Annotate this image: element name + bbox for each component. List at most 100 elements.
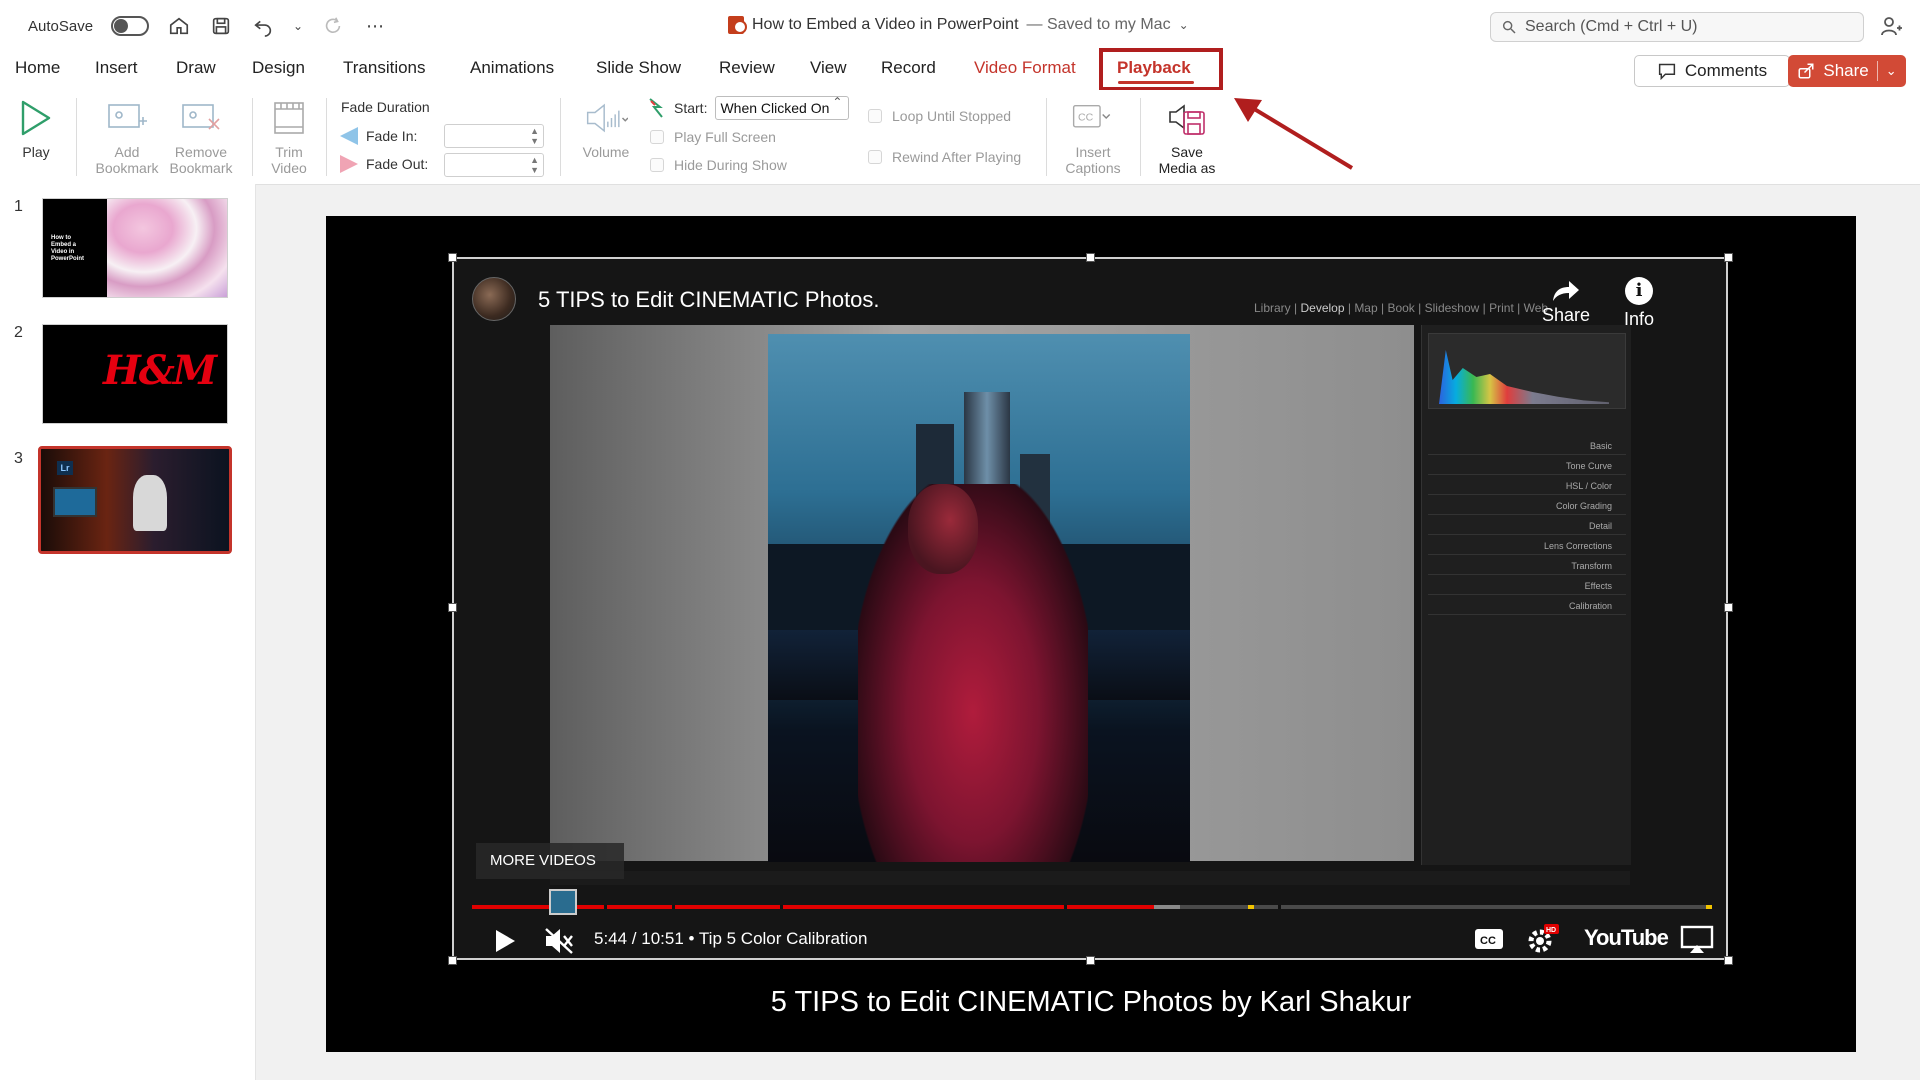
resize-handle[interactable] — [1086, 956, 1095, 965]
slide-thumbnail-1[interactable]: How to Embed a Video in PowerPoint — [42, 198, 228, 298]
search-placeholder: Search (Cmd + Ctrl + U) — [1525, 18, 1698, 35]
play-full-screen-checkbox[interactable] — [650, 130, 664, 144]
undo-dropdown-chevron-icon[interactable]: ⌄ — [293, 14, 303, 38]
play-button[interactable]: Play — [16, 96, 56, 160]
embedded-video-player[interactable]: Library | Develop | Map | Book | Slidesh… — [452, 257, 1728, 960]
tab-animations[interactable]: Animations — [470, 58, 554, 78]
chapter-gap — [1064, 905, 1067, 909]
rewind-after-playing-option[interactable]: Rewind After Playing — [868, 149, 1021, 165]
play-icon[interactable] — [494, 929, 516, 953]
settings-gear-icon[interactable]: HD — [1526, 923, 1560, 955]
slide-thumbnail-3[interactable]: Lr — [38, 446, 232, 554]
person-silhouette — [133, 475, 167, 531]
add-bookmark-label-1: Add — [114, 144, 140, 160]
tab-view[interactable]: View — [810, 58, 847, 78]
tab-home[interactable]: Home — [15, 58, 60, 78]
chapter-title[interactable]: • Tip 5 Color Calibration — [689, 929, 868, 948]
quick-access-toolbar: AutoSave ⌄ ⋯ — [28, 14, 387, 38]
tab-insert[interactable]: Insert — [95, 58, 138, 78]
lr-panel-color-grading: Color Grading — [1428, 497, 1626, 515]
resize-handle[interactable] — [448, 956, 457, 965]
airplay-icon[interactable] — [1680, 925, 1714, 955]
tab-record[interactable]: Record — [881, 58, 936, 78]
chevron-down-icon[interactable]: ⌄ — [1886, 63, 1897, 79]
add-bookmark-button[interactable]: Add Bookmark — [90, 96, 164, 176]
loop-until-stopped-checkbox[interactable] — [868, 109, 882, 123]
tab-design[interactable]: Design — [252, 58, 305, 78]
remove-bookmark-button[interactable]: Remove Bookmark — [164, 96, 238, 176]
fade-in-input[interactable]: ▲ ▼ — [444, 124, 544, 148]
comments-button[interactable]: Comments — [1634, 55, 1790, 87]
fade-out-row: Fade Out: — [340, 155, 428, 173]
people-icon[interactable] — [1880, 14, 1904, 38]
search-input[interactable]: Search (Cmd + Ctrl + U) — [1490, 12, 1864, 42]
rewind-after-playing-checkbox[interactable] — [868, 150, 882, 164]
chapter-marker — [1248, 905, 1254, 909]
more-videos-button[interactable]: MORE VIDEOS — [476, 843, 624, 879]
share-icon — [1798, 63, 1814, 79]
start-row: Start: When Clicked On — [648, 95, 850, 120]
ribbon-separator — [252, 98, 253, 176]
closed-captions-icon[interactable]: CC — [1474, 927, 1504, 951]
remove-bookmark-icon — [179, 96, 223, 140]
fade-in-row: Fade In: — [340, 127, 417, 145]
play-full-screen-option[interactable]: Play Full Screen — [650, 129, 776, 145]
share-button[interactable]: Share ⌄ — [1788, 55, 1906, 87]
hide-during-show-checkbox[interactable] — [650, 158, 664, 172]
autosave-toggle[interactable] — [111, 16, 150, 36]
start-select[interactable]: When Clicked On — [715, 95, 850, 120]
add-bookmark-icon — [105, 96, 149, 140]
lr-nav-print: Print — [1489, 301, 1514, 315]
save-icon[interactable] — [209, 14, 233, 38]
volume-button[interactable]: Volume — [576, 96, 636, 160]
home-icon[interactable] — [167, 14, 191, 38]
tab-transitions[interactable]: Transitions — [343, 58, 426, 78]
resize-handle[interactable] — [1724, 603, 1733, 612]
lightroom-badge: Lr — [57, 461, 73, 475]
resize-handle[interactable] — [1724, 956, 1733, 965]
annotation-arrow-icon — [1234, 98, 1354, 170]
insert-captions-label-2: Captions — [1065, 160, 1121, 176]
insert-captions-button[interactable]: CC Insert Captions — [1056, 96, 1130, 176]
document-name: How to Embed a Video in PowerPoint — [752, 16, 1019, 33]
document-title[interactable]: How to Embed a Video in PowerPoint — Sav… — [728, 16, 1189, 34]
redo-icon[interactable] — [321, 14, 345, 38]
resize-handle[interactable] — [1724, 253, 1733, 262]
trim-video-button[interactable]: Trim Video — [262, 96, 316, 176]
channel-avatar[interactable] — [472, 277, 516, 321]
youtube-logo[interactable]: YouTube — [1584, 925, 1669, 951]
save-media-as-button[interactable]: Save Media as — [1150, 96, 1224, 176]
share-divider — [1876, 61, 1878, 81]
comments-label: Comments — [1684, 61, 1768, 80]
lr-panel-calibration: Calibration — [1428, 597, 1626, 615]
scrubber-preview[interactable] — [549, 889, 577, 915]
tab-review[interactable]: Review — [719, 58, 775, 78]
play-icon — [14, 96, 58, 140]
loop-until-stopped-option[interactable]: Loop Until Stopped — [868, 108, 1011, 124]
slide-caption[interactable]: 5 TIPS to Edit CINEMATIC Photos by Karl … — [326, 986, 1856, 1019]
tab-slide-show[interactable]: Slide Show — [596, 58, 681, 78]
lr-panel-basic: Basic — [1428, 437, 1626, 455]
yt-info-button[interactable]: i Info — [1624, 277, 1654, 330]
video-title[interactable]: 5 TIPS to Edit CINEMATIC Photos. — [538, 287, 880, 313]
tab-video-format[interactable]: Video Format — [974, 58, 1076, 78]
more-icon[interactable]: ⋯ — [363, 14, 387, 38]
hide-during-show-option[interactable]: Hide During Show — [650, 157, 787, 173]
slide-thumbnail-2[interactable]: H&M — [42, 324, 228, 424]
stepper-arrows-icon[interactable]: ▲ ▼ — [530, 155, 539, 175]
tab-draw[interactable]: Draw — [176, 58, 216, 78]
resize-handle[interactable] — [448, 603, 457, 612]
lr-nav-library: Library — [1254, 301, 1291, 315]
mute-icon[interactable] — [544, 927, 574, 955]
resize-handle[interactable] — [1086, 253, 1095, 262]
fade-out-input[interactable]: ▲ ▼ — [444, 153, 544, 177]
resize-handle[interactable] — [448, 253, 457, 262]
fade-in-icon — [340, 127, 358, 145]
info-icon: i — [1625, 277, 1654, 305]
annotation-highlight-box — [1099, 48, 1223, 91]
stepper-arrows-icon[interactable]: ▲ ▼ — [530, 126, 539, 146]
yt-share-button[interactable]: Share — [1542, 279, 1590, 326]
loop-until-stopped-label: Loop Until Stopped — [892, 108, 1012, 124]
undo-icon[interactable] — [251, 14, 275, 38]
cinematic-photo — [768, 334, 1190, 862]
